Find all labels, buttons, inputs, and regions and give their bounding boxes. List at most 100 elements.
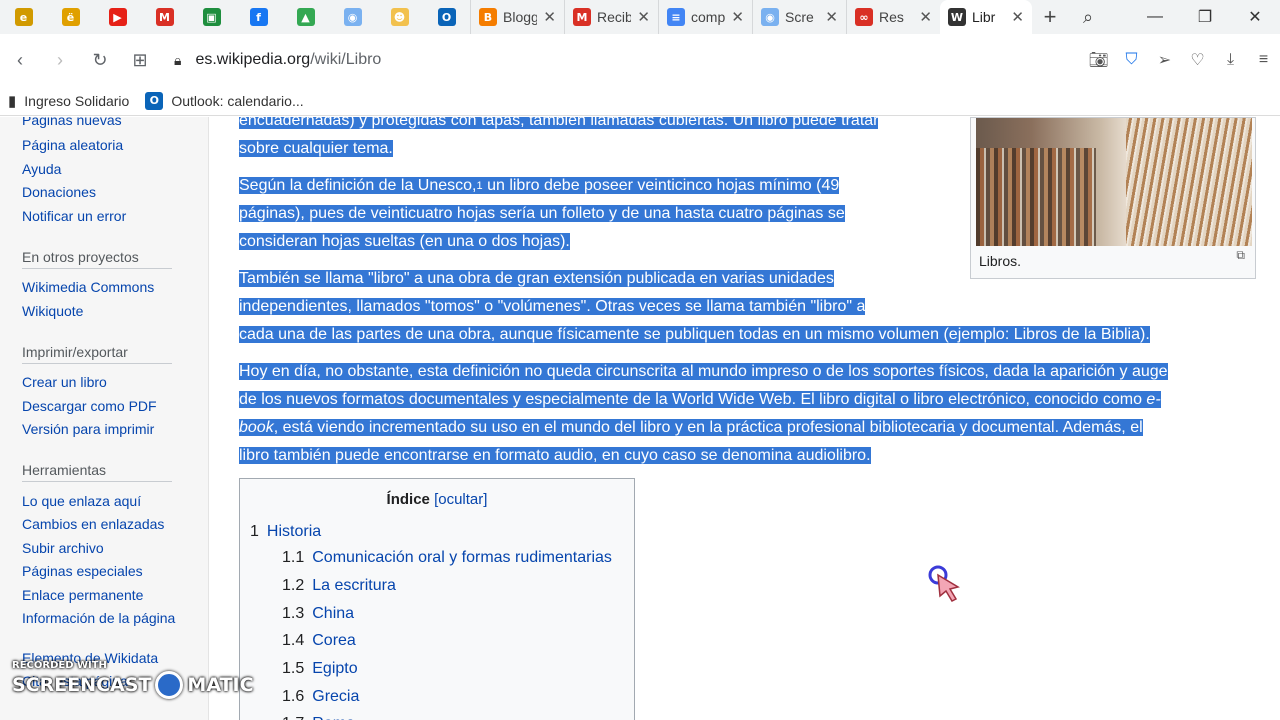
browser-tab[interactable]: M Recibid ✕	[564, 0, 658, 34]
sidebar-link-version-imprimir[interactable]: Versión para imprimir	[22, 421, 192, 437]
url-domain: es.wikipedia.org	[195, 51, 311, 68]
pinned-tab[interactable]: f	[235, 0, 282, 34]
toc-item[interactable]: 1.2 La escritura	[282, 577, 396, 595]
browser-tab[interactable]: ≡ compor ✕	[658, 0, 752, 34]
close-tab-icon[interactable]: ✕	[825, 8, 838, 26]
heart-icon[interactable]: ♡	[1181, 50, 1214, 70]
tab-strip: e ë ▶ M ▣ f ▲ ◉ ☻ O B Blogger ✕ M Recibid ✕ ≡ compor ✕ ◉ Sc…	[0, 0, 1280, 34]
pinned-tab[interactable]: ë	[47, 0, 94, 34]
sidebar-link-pagina-aleatoria[interactable]: Página aleatoria	[22, 137, 192, 153]
lock-icon: 🔒︎	[174, 51, 182, 68]
books-photo[interactable]	[976, 118, 1252, 246]
pinned-tab[interactable]: e	[0, 0, 47, 34]
menu-icon[interactable]: ≡	[1247, 51, 1280, 69]
url-path: /wiki/Libro	[310, 51, 382, 68]
minimize-button[interactable]: —	[1130, 8, 1180, 26]
outlook-icon: O	[145, 91, 164, 110]
article-body: encuadernadas) y protegidas con tapas, t…	[239, 117, 1280, 720]
sidebar-link-lo-que-enlaza[interactable]: Lo que enlaza aquí	[22, 493, 192, 509]
sidebar-link-crear-libro[interactable]: Crear un libro	[22, 374, 192, 390]
camera-icon[interactable]: 📷︎	[1082, 50, 1115, 70]
browser-tab[interactable]: ∞ Res ✕	[846, 0, 940, 34]
sidebar-link-notificar-error[interactable]: Notificar un error	[22, 208, 192, 224]
table-of-contents: Índice [ocultar] 1 Historia 1.1 Comunicació…	[239, 478, 635, 720]
image-caption: Libros.	[979, 253, 1022, 269]
apps-grid-icon[interactable]: ⊞	[120, 50, 160, 71]
close-tab-icon[interactable]: ✕	[637, 8, 650, 26]
browser-tab[interactable]: W Libr ✕	[940, 0, 1032, 34]
address-bar[interactable]: 🔒︎ es.wikipedia.org/wiki/Libro	[174, 51, 381, 69]
sidebar-link-wikiquote[interactable]: Wikiquote	[22, 303, 192, 319]
sidebar-link-descargar-pdf[interactable]: Descargar como PDF	[22, 398, 192, 414]
send-icon[interactable]: ➢	[1148, 50, 1181, 70]
download-icon[interactable]: ⤓	[1214, 51, 1247, 69]
enlarge-icon[interactable]: ⧉	[1236, 248, 1245, 263]
gmail-icon: M	[155, 8, 174, 26]
toc-item[interactable]: 1.4 Corea	[282, 632, 356, 650]
infobox-image: Libros. ⧉	[970, 117, 1256, 279]
bookmark-icon: ▮	[8, 92, 17, 110]
screencast-icon: ◉	[761, 8, 779, 26]
outlook-icon: O	[437, 8, 456, 26]
window-controls: — ❐ ✕	[1130, 0, 1280, 34]
toc-title: Índice [ocultar]	[386, 491, 488, 508]
browser-tab[interactable]: B Blogger ✕	[470, 0, 564, 34]
bookmark-ingreso-solidario[interactable]: ▮ Ingreso Solidario	[8, 92, 129, 110]
toc-item[interactable]: 1.3 China	[282, 605, 354, 623]
pinned-tab[interactable]: ☻	[376, 0, 423, 34]
sidebar-heading-otros-proyectos: En otros proyectos	[22, 249, 172, 269]
wikipedia-icon: W	[948, 8, 966, 26]
browser-tab[interactable]: ◉ Scre ✕	[752, 0, 846, 34]
paragraph-intro: encuadernadas) y protegidas con tapas, t…	[239, 117, 879, 163]
mouse-cursor-icon	[928, 565, 960, 602]
screencast-watermark: RECORDED WITH SCREENCAST MATIC	[12, 660, 254, 699]
gmail-icon: M	[573, 8, 591, 26]
close-tab-icon[interactable]: ✕	[543, 8, 556, 26]
sidebar-link-subir-archivo[interactable]: Subir archivo	[22, 540, 192, 556]
blogger-icon: B	[479, 8, 497, 26]
pinned-tab[interactable]: ▣	[188, 0, 235, 34]
close-window-button[interactable]: ✕	[1230, 7, 1280, 27]
toc-item[interactable]: 1.7Roma	[282, 715, 355, 720]
docs-icon: ≡	[667, 8, 685, 26]
pinned-tab[interactable]: O	[423, 0, 470, 34]
sidebar-link-wikimedia-commons[interactable]: Wikimedia Commons	[22, 279, 192, 295]
tab-title: compor	[691, 9, 726, 25]
toc-item[interactable]: 1 Historia	[250, 523, 321, 541]
toc-toggle-link[interactable]: [ocultar]	[434, 491, 487, 508]
pinned-tab[interactable]: M	[141, 0, 188, 34]
close-tab-icon[interactable]: ✕	[731, 8, 744, 26]
tab-title: Recibid	[597, 9, 632, 25]
pinned-tab[interactable]: ▶	[94, 0, 141, 34]
close-tab-icon[interactable]: ✕	[919, 8, 932, 26]
sidebar-link-enlace-permanente[interactable]: Enlace permanente	[22, 587, 192, 603]
sidebar-link-cambios-enlazadas[interactable]: Cambios en enlazadas	[22, 516, 192, 532]
sidebar-link-ayuda[interactable]: Ayuda	[22, 161, 192, 177]
sidebar: Páginas nuevas Página aleatoria Ayuda Do…	[0, 117, 209, 720]
sidebar-link-donaciones[interactable]: Donaciones	[22, 184, 192, 200]
paragraph-unesco: Según la definición de la Unesco,1 un li…	[239, 177, 845, 250]
sidebar-heading-herramientas: Herramientas	[22, 462, 172, 482]
maximize-button[interactable]: ❐	[1180, 7, 1230, 27]
sidebar-link-paginas-especiales[interactable]: Páginas especiales	[22, 563, 192, 579]
pinned-tab[interactable]: ◉	[329, 0, 376, 34]
sidebar-link-informacion-pagina[interactable]: Información de la página	[22, 610, 192, 626]
forward-button[interactable]: ›	[40, 50, 80, 71]
reload-button[interactable]: ↻	[80, 50, 120, 71]
back-button[interactable]: ‹	[0, 50, 40, 71]
close-tab-icon[interactable]: ✕	[1011, 8, 1024, 26]
toc-item[interactable]: 1.6 Grecia	[282, 688, 359, 706]
shield-icon[interactable]: ⛉	[1115, 51, 1148, 69]
bookmarks-bar: ▮ Ingreso Solidario O Outlook: calendari…	[0, 86, 1280, 116]
bookmark-outlook-calendario[interactable]: O Outlook: calendario...	[145, 91, 304, 110]
toc-item[interactable]: 1.5 Egipto	[282, 660, 358, 678]
sidebar-link-paginas-nuevas[interactable]: Páginas nuevas	[22, 117, 192, 128]
toc-item[interactable]: 1.1 Comunicación oral y formas rudimentar…	[282, 549, 612, 567]
pinned-tab[interactable]: ▲	[282, 0, 329, 34]
search-tabs-icon[interactable]: ⌕	[1068, 7, 1108, 28]
paragraph-ebook: Hoy en día, no obstante, esta definición…	[239, 363, 1168, 464]
drive-icon: ▲	[296, 8, 315, 26]
edge-e-icon: e	[14, 8, 33, 26]
toolbar: ‹ › ↻ ⊞ 🔒︎ es.wikipedia.org/wiki/Libro 📷…	[0, 34, 1280, 86]
new-tab-button[interactable]: +	[1032, 4, 1068, 30]
